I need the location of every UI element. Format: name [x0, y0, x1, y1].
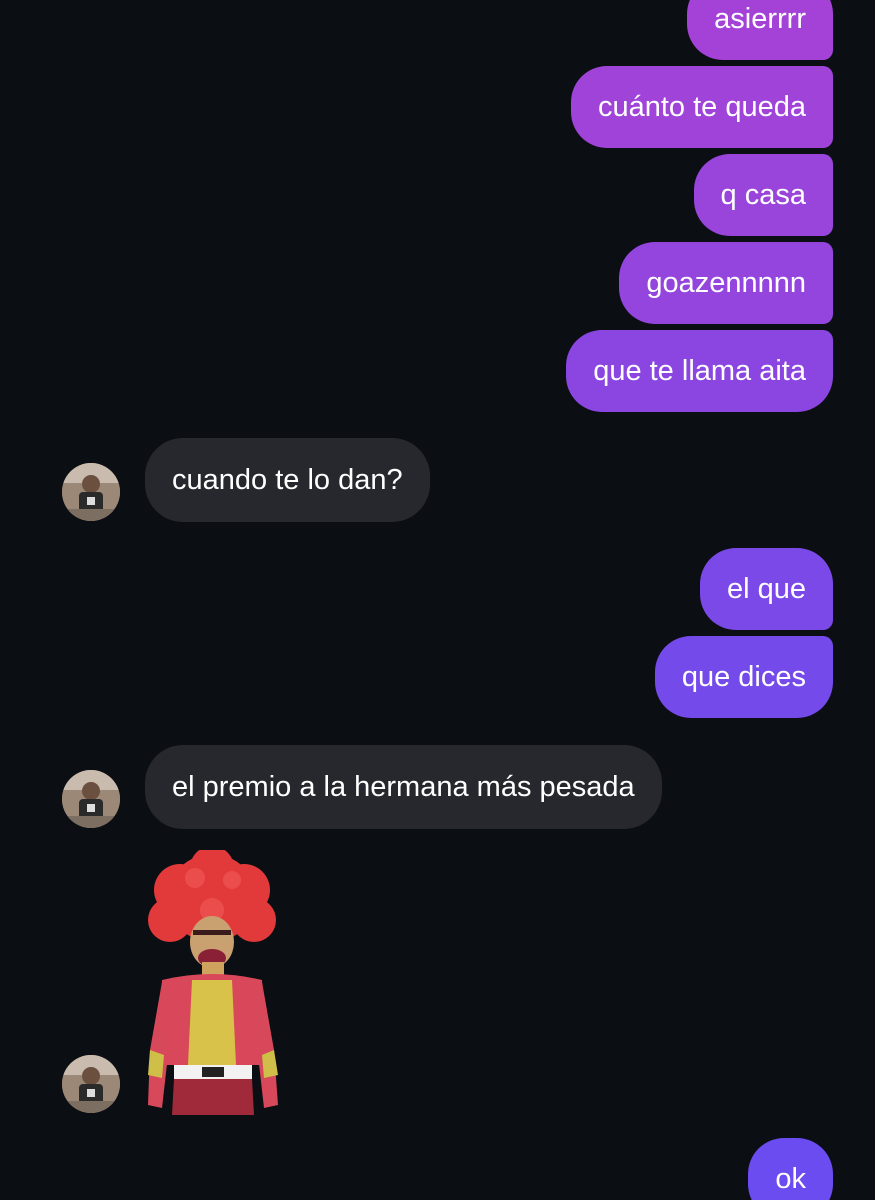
contact-avatar-icon[interactable]	[62, 1055, 120, 1113]
message-bubble-outgoing[interactable]: asierrrr	[687, 0, 833, 60]
message-bubble-outgoing[interactable]: cuánto te queda	[570, 66, 833, 148]
message-bubble-outgoing[interactable]: q casa	[693, 154, 833, 236]
message-text: goazennnnn	[646, 267, 806, 299]
message-text: cuando te lo dan?	[172, 464, 403, 496]
message-text: el que	[726, 573, 806, 605]
message-bubble-incoming[interactable]: el premio a la hermana más pesada	[145, 745, 662, 829]
message-bubble-outgoing[interactable]: que dices	[654, 636, 833, 718]
message-text: asierrrr	[714, 3, 806, 35]
message-text: que dices	[681, 661, 806, 693]
message-text: el premio a la hermana más pesada	[172, 771, 635, 803]
message-text: cuánto te queda	[597, 91, 806, 123]
message-text: que te llama aita	[593, 355, 806, 387]
message-bubble-outgoing[interactable]: goazennnnn	[619, 242, 833, 324]
contact-avatar-icon[interactable]	[62, 463, 120, 521]
clown-boxer-sticker[interactable]	[140, 846, 285, 1115]
message-bubble-incoming[interactable]: cuando te lo dan?	[145, 438, 430, 522]
message-bubble-outgoing[interactable]: el que	[699, 548, 833, 630]
message-text: ok	[775, 1163, 806, 1195]
message-text: q casa	[720, 179, 806, 211]
message-bubble-outgoing[interactable]: que te llama aita	[566, 330, 833, 412]
contact-avatar-icon[interactable]	[62, 770, 120, 828]
chat-thread: asierrrr cuánto te queda q casa goazennn…	[0, 0, 875, 1200]
message-bubble-outgoing[interactable]: ok	[748, 1138, 833, 1200]
